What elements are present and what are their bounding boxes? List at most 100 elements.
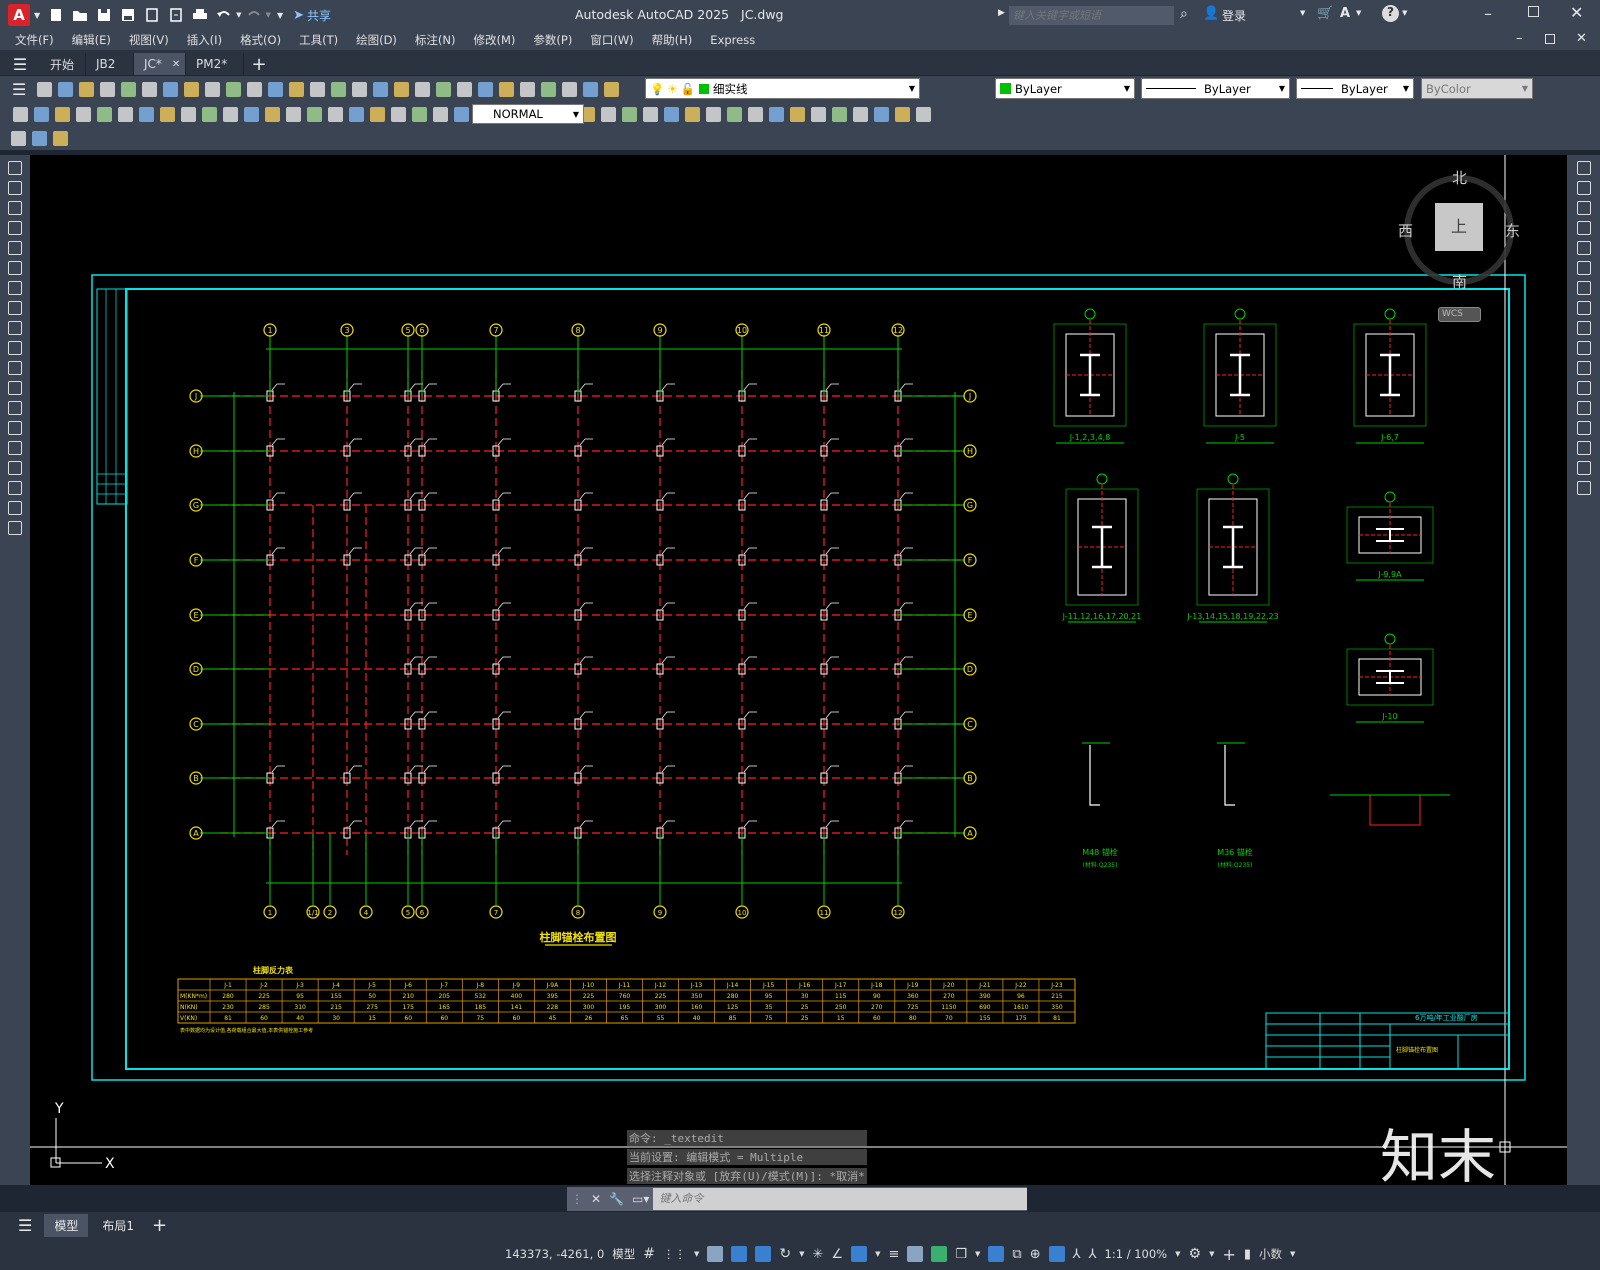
help-icon[interactable] (520, 81, 536, 97)
toolbar-tool-icon[interactable] (706, 106, 721, 122)
construction-line-icon[interactable] (8, 181, 22, 195)
save-to-web-icon[interactable] (167, 6, 185, 24)
toolbar-tool-icon[interactable] (454, 106, 469, 122)
auto-scale-icon[interactable]: ⅄ (1073, 1247, 1081, 1262)
infer-constraints-icon[interactable] (707, 1246, 724, 1262)
menu-express[interactable]: Express (701, 33, 764, 47)
multiline-text-icon[interactable] (8, 521, 22, 535)
save-icon[interactable] (79, 81, 95, 97)
tolerance-icon[interactable] (286, 106, 301, 122)
make-current-icon[interactable] (583, 81, 599, 97)
close-window-icon[interactable]: ✕ (1570, 3, 1583, 22)
coordinates-readout[interactable]: 143373, -4261, 0 (505, 1247, 604, 1261)
redo-icon[interactable] (245, 6, 263, 24)
tab-menu-icon[interactable]: ☰ (0, 53, 40, 75)
viewcube-east[interactable]: 东 (1505, 220, 1520, 241)
viewcube-top-face[interactable]: 上 (1435, 203, 1483, 251)
plotstyle-dropdown[interactable]: ByColor ▼ (1421, 78, 1533, 99)
scale-dropdown-icon[interactable]: ▼ (1175, 1250, 1180, 1258)
table-icon[interactable] (8, 501, 22, 515)
fillet-icon[interactable] (1576, 461, 1591, 475)
properties-icon[interactable] (394, 81, 410, 97)
quick-dim-icon[interactable] (181, 106, 196, 122)
cart-icon[interactable]: 🛒 (1317, 6, 1333, 21)
redo-icon[interactable] (289, 81, 305, 97)
layer-dropdown[interactable]: 💡 ☀ 🔓 细实线 ▼ (645, 78, 920, 99)
break-at-point-icon[interactable] (1576, 381, 1591, 395)
tab-jc[interactable]: JC* ✕ (134, 53, 186, 75)
polygon-icon[interactable] (8, 221, 22, 235)
chamfer-icon[interactable] (1576, 441, 1591, 455)
doc-restore-icon[interactable] (1545, 34, 1555, 44)
doc-close-icon[interactable]: ✕ (1576, 31, 1587, 46)
line-icon[interactable] (8, 161, 22, 175)
search-expand-icon[interactable]: ▶ (998, 8, 1005, 18)
baseline-dim-icon[interactable] (202, 106, 217, 122)
break-icon[interactable] (1576, 401, 1591, 415)
radius-dim-icon[interactable] (97, 106, 112, 122)
command-grip-icon[interactable]: ⋮ (571, 1192, 583, 1206)
jogged-dim-icon[interactable] (118, 106, 133, 122)
dim-update-icon[interactable] (412, 106, 427, 122)
units-icon[interactable]: ▮ (1244, 1247, 1251, 1262)
account-dropdown-icon[interactable]: ▼ (1356, 9, 1361, 17)
aligned-dim-icon[interactable] (34, 106, 49, 122)
snap-icon[interactable]: ⋮⋮ (663, 1247, 686, 1261)
user-icon[interactable]: 👤 (1203, 6, 1219, 21)
maximize-icon[interactable] (1528, 6, 1539, 17)
insert-block-icon[interactable] (8, 381, 22, 395)
command-recent-icon[interactable]: ▭▾ (632, 1192, 649, 1206)
autodesk-account-icon[interactable]: A (1340, 6, 1350, 21)
multileader-style-icon[interactable] (53, 130, 68, 146)
toolbar-tool-icon[interactable] (895, 106, 910, 122)
workspace-dropdown-icon[interactable]: ▼ (1209, 1250, 1214, 1258)
toolbar-tool-icon[interactable] (790, 106, 805, 122)
match-properties-icon[interactable] (226, 81, 242, 97)
snap-dropdown-icon[interactable]: ▼ (694, 1250, 699, 1258)
selection-cycling-icon[interactable] (931, 1246, 948, 1262)
menu-format[interactable]: 格式(O) (231, 32, 290, 48)
polar-dropdown-icon[interactable]: ▼ (799, 1250, 804, 1258)
block-editor-icon[interactable] (247, 81, 263, 97)
menu-window[interactable]: 窗口(W) (581, 32, 642, 48)
make-block-icon[interactable] (8, 401, 22, 415)
isodraft-icon[interactable]: ✳ (813, 1247, 824, 1262)
circle-icon[interactable] (8, 281, 22, 295)
osnap-icon[interactable] (851, 1246, 868, 1262)
paste-icon[interactable] (205, 81, 221, 97)
tab-layout1[interactable]: 布局1 (88, 1214, 148, 1237)
toolbar-tool-icon[interactable] (685, 106, 700, 122)
toolbar-tool-icon[interactable] (811, 106, 826, 122)
app-menu-arrow-icon[interactable]: ▼ (34, 11, 40, 20)
selection-filter-icon[interactable]: ⧉ (1012, 1247, 1021, 1262)
ortho-icon[interactable] (755, 1246, 772, 1262)
dim-text-edit-icon[interactable] (391, 106, 406, 122)
stretch-icon[interactable] (1576, 321, 1591, 335)
menu-modify[interactable]: 修改(M) (465, 32, 525, 48)
share-button[interactable]: ➤ 共享 (293, 7, 331, 24)
help-dropdown-icon[interactable]: ▼ (1402, 9, 1407, 17)
toolbar-tool-icon[interactable] (832, 106, 847, 122)
toolbar-menu-icon[interactable]: ☰ (12, 80, 26, 99)
region-icon[interactable] (8, 481, 22, 495)
copy-icon[interactable] (184, 81, 200, 97)
inspect-icon[interactable] (328, 106, 343, 122)
open-from-web-icon[interactable] (143, 6, 161, 24)
tab-jb2[interactable]: JB2 (86, 53, 134, 75)
center-mark-icon[interactable] (307, 106, 322, 122)
annotation-visibility-icon[interactable] (1048, 1246, 1065, 1262)
drawing-canvas[interactable]: 1 3 5 6 7 8 9 10 11 12 1 1/1 2 4 5 6 7 8 9 10 11 12 J J H H G G F F E E… (30, 155, 1567, 1185)
linear-dim-icon[interactable] (13, 106, 28, 122)
model-space-toggle[interactable]: 模型 (612, 1246, 635, 1262)
tab-start[interactable]: 开始 (40, 53, 86, 75)
publish-icon[interactable] (142, 81, 158, 97)
ellipse-icon[interactable] (8, 341, 22, 355)
pan-icon[interactable] (310, 81, 326, 97)
point-icon[interactable] (8, 421, 22, 435)
gizmo-icon[interactable]: ⊕ (1030, 1247, 1041, 1262)
toolbar-tool-icon[interactable] (433, 106, 448, 122)
menu-file[interactable]: 文件(F) (6, 32, 63, 48)
login-dropdown-icon[interactable]: ▼ (1300, 9, 1305, 17)
save-as-icon[interactable] (119, 6, 137, 24)
rotate-icon[interactable] (1576, 281, 1591, 295)
